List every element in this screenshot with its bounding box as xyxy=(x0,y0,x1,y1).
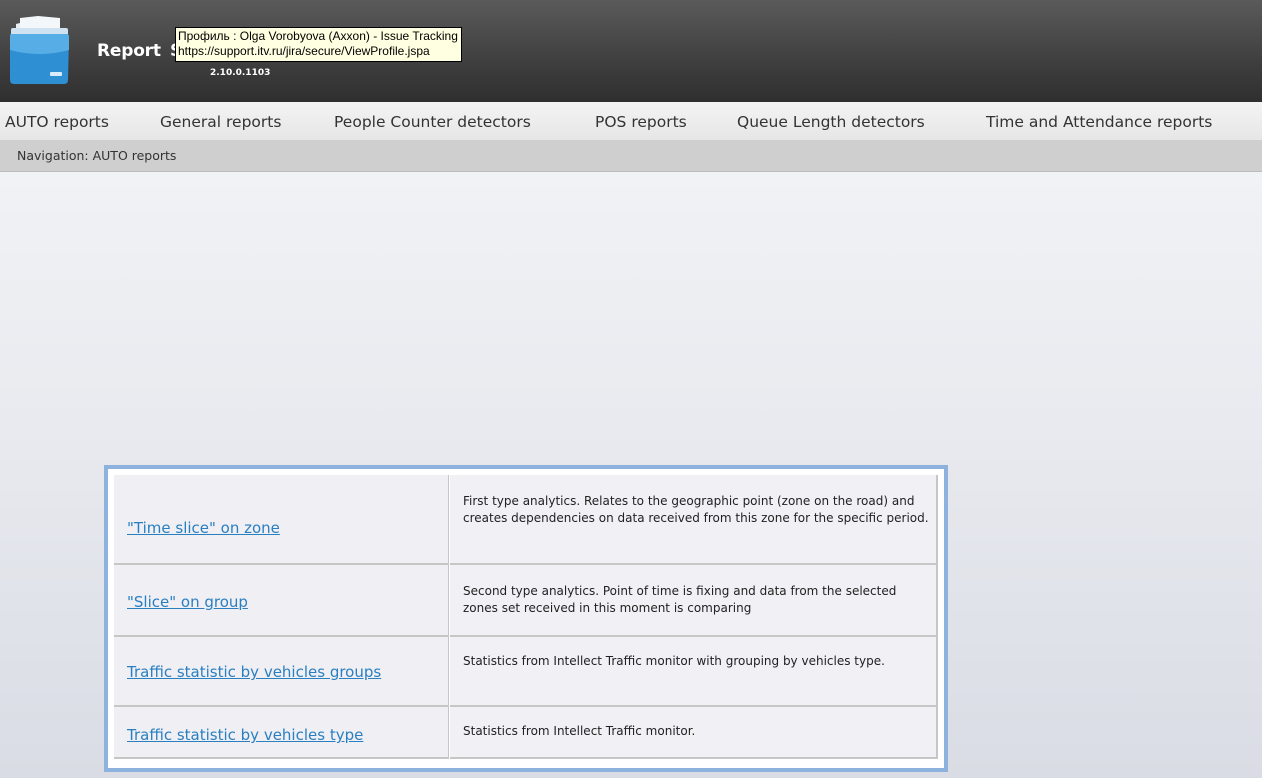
report-link-cell: "Time slice" on zone xyxy=(114,475,449,565)
reports-table: "Time slice" on zone First type analytic… xyxy=(104,465,948,772)
menu-item-queue-length-detectors[interactable]: Queue Length detectors xyxy=(737,112,925,132)
app-title: Report xyxy=(97,41,161,61)
tooltip-line-url: https://support.itv.ru/jira/secure/ViewP… xyxy=(178,44,430,58)
menu-item-pos-reports[interactable]: POS reports xyxy=(595,112,687,132)
report-link-time-slice-on-zone[interactable]: "Time slice" on zone xyxy=(127,518,280,538)
table-row: "Slice" on group Second type analytics. … xyxy=(114,565,938,637)
report-description-cell: Statistics from Intellect Traffic monito… xyxy=(450,707,938,759)
report-link-cell: "Slice" on group xyxy=(114,565,449,637)
report-description: Statistics from Intellect Traffic monito… xyxy=(463,654,885,668)
breadcrumb: Navigation: AUTO reports xyxy=(0,140,1262,172)
report-description-cell: First type analytics. Relates to the geo… xyxy=(450,475,938,565)
table-row: Traffic statistic by vehicles type Stati… xyxy=(114,707,938,759)
tooltip-line-profile: Профиль : Olga Vorobyova (Axxon) - Issue… xyxy=(178,29,458,43)
report-description: First type analytics. Relates to the geo… xyxy=(463,494,929,525)
main-menu: AUTO reports General reports People Coun… xyxy=(0,102,1262,140)
menu-item-general-reports[interactable]: General reports xyxy=(160,112,281,132)
report-link-cell: Traffic statistic by vehicles groups xyxy=(114,637,449,707)
table-row: Traffic statistic by vehicles groups Sta… xyxy=(114,637,938,707)
report-description: Statistics from Intellect Traffic monito… xyxy=(463,724,696,738)
menu-item-time-and-attendance-reports[interactable]: Time and Attendance reports xyxy=(986,112,1212,132)
menu-item-people-counter-detectors[interactable]: People Counter detectors xyxy=(334,112,531,132)
report-link-traffic-statistic-by-vehicles-type[interactable]: Traffic statistic by vehicles type xyxy=(127,725,363,745)
report-link-cell: Traffic statistic by vehicles type xyxy=(114,707,449,759)
report-description-cell: Second type analytics. Point of time is … xyxy=(450,565,938,637)
folder-icon[interactable] xyxy=(8,14,70,86)
menu-item-auto-reports[interactable]: AUTO reports xyxy=(5,112,109,132)
breadcrumb-text: Navigation: AUTO reports xyxy=(17,148,177,163)
profile-tooltip: Профиль : Olga Vorobyova (Axxon) - Issue… xyxy=(175,27,462,62)
app-header: Report S 2.10.0.1103 Профиль : Olga Voro… xyxy=(0,0,1262,102)
report-description: Second type analytics. Point of time is … xyxy=(463,584,897,615)
app-version: 2.10.0.1103 xyxy=(210,68,271,78)
report-link-slice-on-group[interactable]: "Slice" on group xyxy=(127,592,248,612)
report-link-traffic-statistic-by-vehicles-groups[interactable]: Traffic statistic by vehicles groups xyxy=(127,662,381,682)
table-row: "Time slice" on zone First type analytic… xyxy=(114,475,938,565)
report-description-cell: Statistics from Intellect Traffic monito… xyxy=(450,637,938,707)
